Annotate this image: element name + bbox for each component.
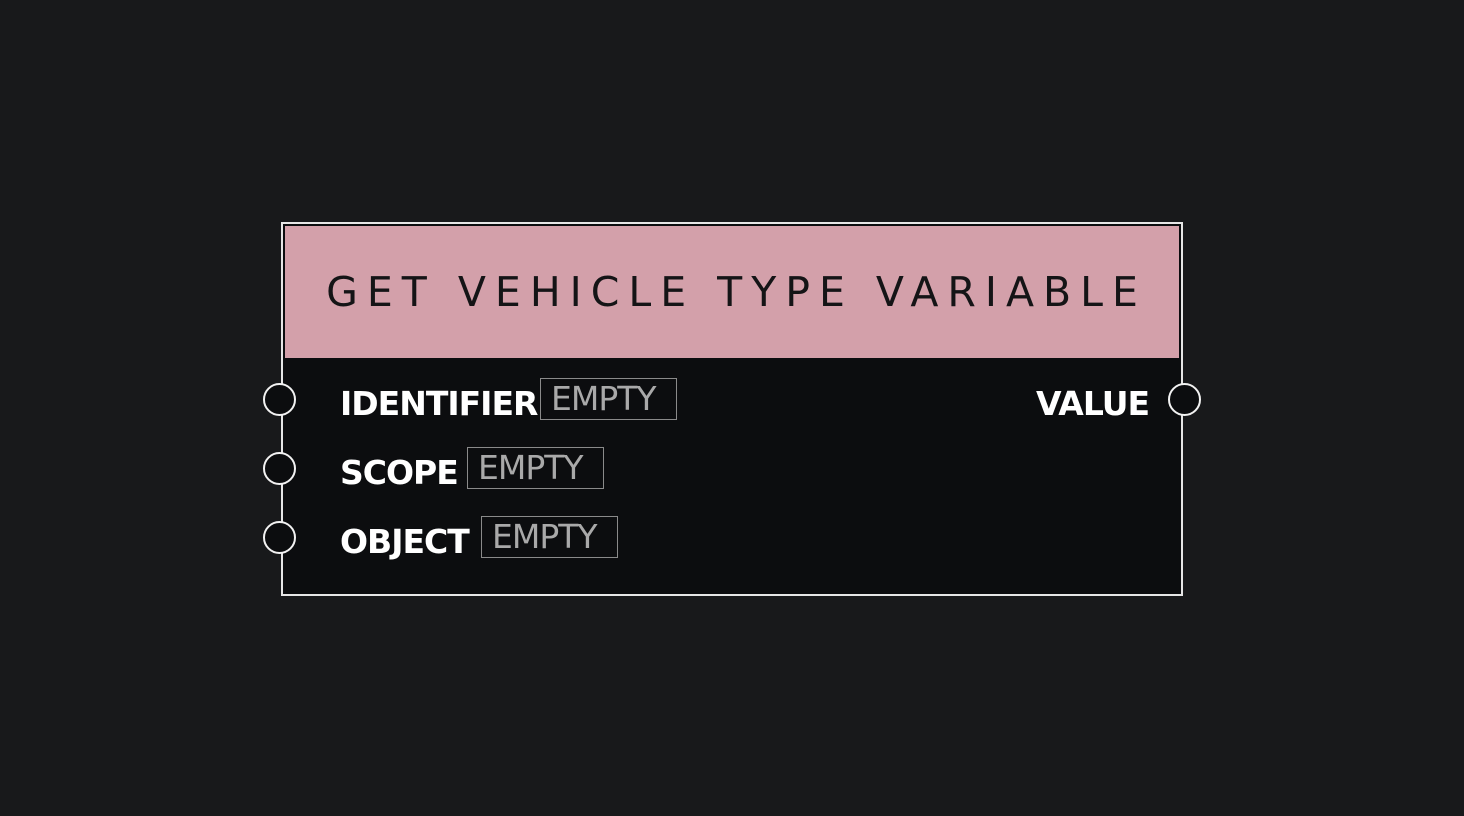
object-input-port[interactable] [263, 521, 296, 554]
identifier-label: IDENTIFIER [340, 384, 538, 423]
identifier-input-port[interactable] [263, 383, 296, 416]
scope-label: SCOPE [340, 453, 459, 492]
value-output-port[interactable] [1168, 383, 1201, 416]
node-header[interactable]: GET VEHICLE TYPE VARIABLE [285, 226, 1179, 358]
scope-value-field[interactable]: EMPTY [467, 447, 604, 489]
node-title: GET VEHICLE TYPE VARIABLE [326, 268, 1147, 316]
value-output-label: VALUE [1036, 384, 1150, 423]
scope-input-port[interactable] [263, 452, 296, 485]
object-value-field[interactable]: EMPTY [481, 516, 618, 558]
identifier-value-field[interactable]: EMPTY [540, 378, 677, 420]
graph-canvas[interactable]: GET VEHICLE TYPE VARIABLE IDENTIFIER EMP… [0, 0, 1464, 816]
object-label: OBJECT [340, 522, 470, 561]
